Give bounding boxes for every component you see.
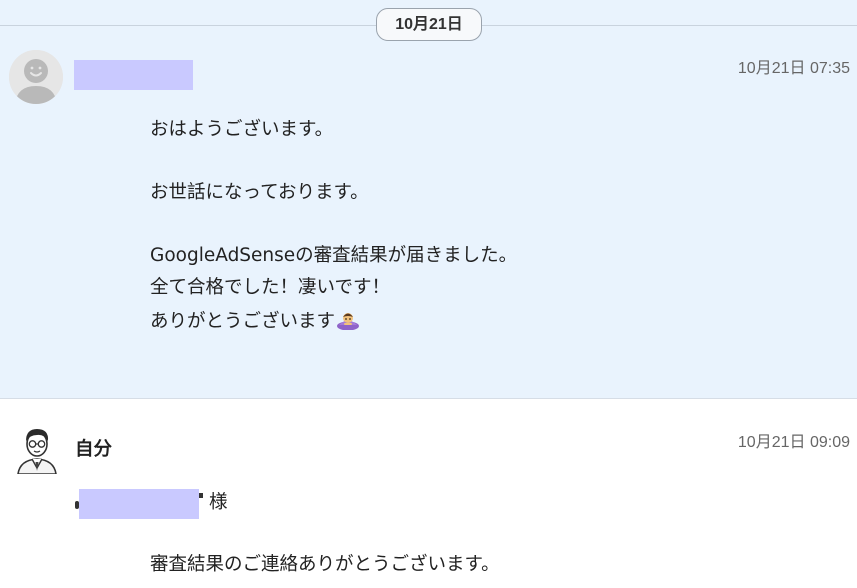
message-line: 審査結果のご連絡ありがとうございます。 [150,554,500,575]
message-timestamp: 10月21日 09:09 [737,434,850,451]
recipient-honorific: 様 [209,492,228,513]
date-separator-badge: 10月21日 [376,8,482,41]
message-line-last: ありがとうございます [150,308,360,337]
message-line: GoogleAdSenseの審査結果が届きました。 [150,245,518,266]
recipient-name-redacted [79,489,199,519]
message-line-text: ありがとうございます [150,311,336,332]
sender-name: 自分 [75,439,113,460]
message-line: おはようございます。 [150,119,334,140]
self-avatar-icon[interactable] [14,424,60,475]
redaction-edge [199,493,203,498]
message-timestamp: 10月21日 07:35 [737,60,850,77]
message-incoming: 10月21日 10月21日 07:35 おはようございます。 お世話になっており… [0,0,857,399]
person-bowing-icon [336,308,360,337]
message-outgoing: 自分 10月21日 09:09 様 審査結果のご連絡ありがとうございます。 [0,399,857,588]
message-line: お世話になっております。 [150,182,369,203]
default-avatar-icon[interactable] [9,50,63,104]
message-line: 全て合格でした！凄いです！ [150,277,390,298]
chat-thread: 10月21日 10月21日 07:35 おはようございます。 お世話になっており… [0,0,857,588]
sender-name-redacted [74,60,193,90]
